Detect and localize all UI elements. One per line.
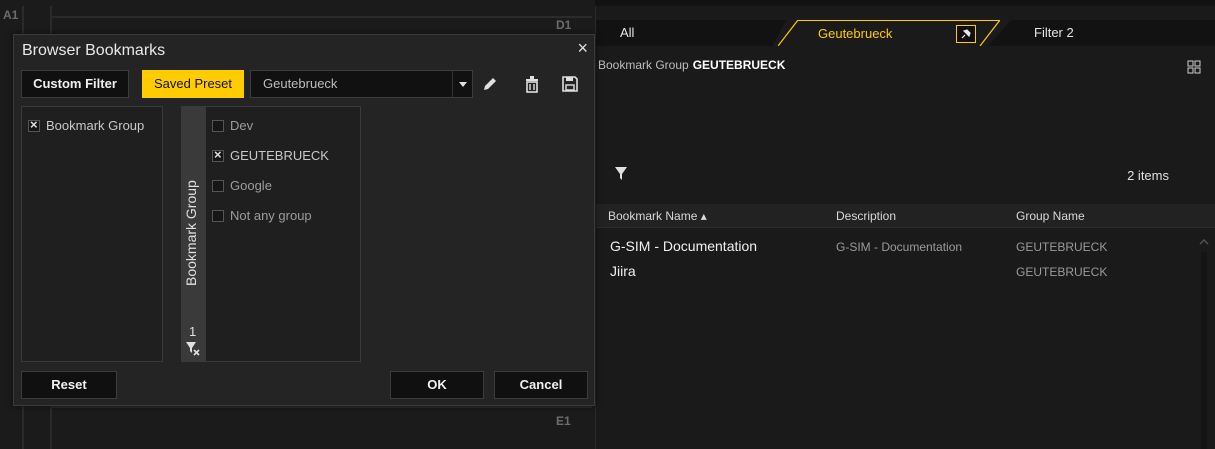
save-preset-button[interactable]: [559, 73, 581, 95]
bookmark-name: Jiira: [610, 263, 636, 279]
table-row[interactable]: Jiira GEUTEBRUECK: [596, 261, 1196, 283]
dialog-title: Browser Bookmarks: [22, 42, 166, 59]
trash-icon: [526, 76, 538, 93]
close-button[interactable]: ×: [577, 38, 588, 59]
cancel-button[interactable]: Cancel: [494, 371, 588, 399]
clear-filter-icon: [186, 342, 200, 356]
bookmark-group: GEUTEBRUECK: [1016, 265, 1108, 279]
field-item-label: Bookmark Group: [46, 118, 145, 134]
chevron-up-icon: [1199, 239, 1209, 245]
delete-preset-button[interactable]: [521, 73, 543, 95]
cell-label-d1: D1: [556, 18, 572, 32]
checkbox[interactable]: [212, 209, 224, 222]
browser-bookmarks-dialog: Browser Bookmarks × Custom Filter Saved …: [13, 34, 595, 406]
ok-button[interactable]: OK: [390, 371, 484, 399]
column-header-group[interactable]: Group Name: [1016, 209, 1085, 223]
pin-tab-button[interactable]: [956, 25, 976, 43]
cell-label-e1: E1: [556, 414, 571, 428]
bookmark-name: G-SIM - Documentation: [610, 238, 758, 254]
pin-icon: [961, 29, 971, 39]
field-item-bookmark-group[interactable]: Bookmark Group: [28, 117, 144, 133]
reset-button[interactable]: Reset: [21, 371, 117, 399]
group-axis-bar: Bookmark Group 1: [181, 106, 205, 362]
table-row[interactable]: G-SIM - Documentation G-SIM - Documentat…: [596, 236, 1196, 258]
checkbox[interactable]: [212, 147, 224, 162]
save-icon: [562, 76, 578, 92]
value-item-dev[interactable]: Dev: [212, 117, 253, 133]
column-header-name[interactable]: Bookmark Name ▴: [608, 209, 707, 223]
preset-select[interactable]: Geutebrueck: [250, 70, 473, 98]
filter-fields-list: Bookmark Group: [21, 106, 163, 362]
preset-dropdown-toggle[interactable]: [452, 71, 472, 97]
filter-values-list: Dev GEUTEBRUECK Google Not any group: [205, 106, 361, 362]
checkbox[interactable]: [28, 117, 40, 132]
filter-field-label: Bookmark Group: [598, 58, 689, 72]
active-filter-summary: Bookmark Group GEUTEBRUECK: [598, 58, 785, 72]
filter-field-value: GEUTEBRUECK: [692, 58, 786, 72]
bookmark-group: GEUTEBRUECK: [1016, 240, 1108, 254]
checkbox[interactable]: [212, 179, 224, 192]
layout-grid-button[interactable]: [1187, 60, 1201, 77]
checkbox[interactable]: [212, 119, 224, 132]
bookmark-description: G-SIM - Documentation: [836, 240, 963, 254]
cell-label-a1: A1: [3, 8, 19, 22]
column-header-description[interactable]: Description: [836, 209, 896, 223]
group-axis-label: Bookmark Group: [183, 180, 199, 286]
pencil-icon: [484, 78, 496, 90]
bookmark-browser-panel: All Filter 2 Geutebrueck Bookmark Group G…: [595, 6, 1215, 449]
vertical-scrollbar[interactable]: [1201, 252, 1207, 449]
workspace-divider: [52, 406, 592, 408]
preset-select-value: Geutebrueck: [263, 76, 338, 91]
filter-button[interactable]: [614, 166, 628, 185]
clear-filter-button[interactable]: [185, 340, 201, 359]
value-item-label: Dev: [230, 118, 254, 134]
scroll-up-button[interactable]: [1199, 234, 1209, 249]
value-item-label: Not any group: [230, 208, 312, 224]
tab-bar: All Filter 2 Geutebrueck: [596, 16, 1215, 46]
items-count: 2 items: [1127, 168, 1169, 183]
value-item-google[interactable]: Google: [212, 177, 272, 193]
group-axis-count: 1: [189, 324, 197, 339]
tab-all[interactable]: All: [596, 20, 786, 46]
tab-filter-2[interactable]: Filter 2: [988, 20, 1215, 46]
custom-filter-button[interactable]: Custom Filter: [21, 70, 129, 98]
workspace-divider: [52, 16, 592, 18]
grid-icon: [1187, 60, 1201, 74]
value-item-label: Google: [230, 178, 272, 194]
table-header: Bookmark Name ▴ Description Group Name: [596, 204, 1215, 228]
saved-preset-button[interactable]: Saved Preset: [142, 70, 244, 98]
value-item-label: GEUTEBRUECK: [230, 148, 329, 164]
value-item-geutebrueck[interactable]: GEUTEBRUECK: [212, 147, 329, 163]
value-item-not-any-group[interactable]: Not any group: [212, 207, 312, 223]
funnel-icon: [615, 167, 627, 180]
edit-preset-button[interactable]: [479, 73, 501, 95]
caret-down-icon: [458, 82, 467, 87]
